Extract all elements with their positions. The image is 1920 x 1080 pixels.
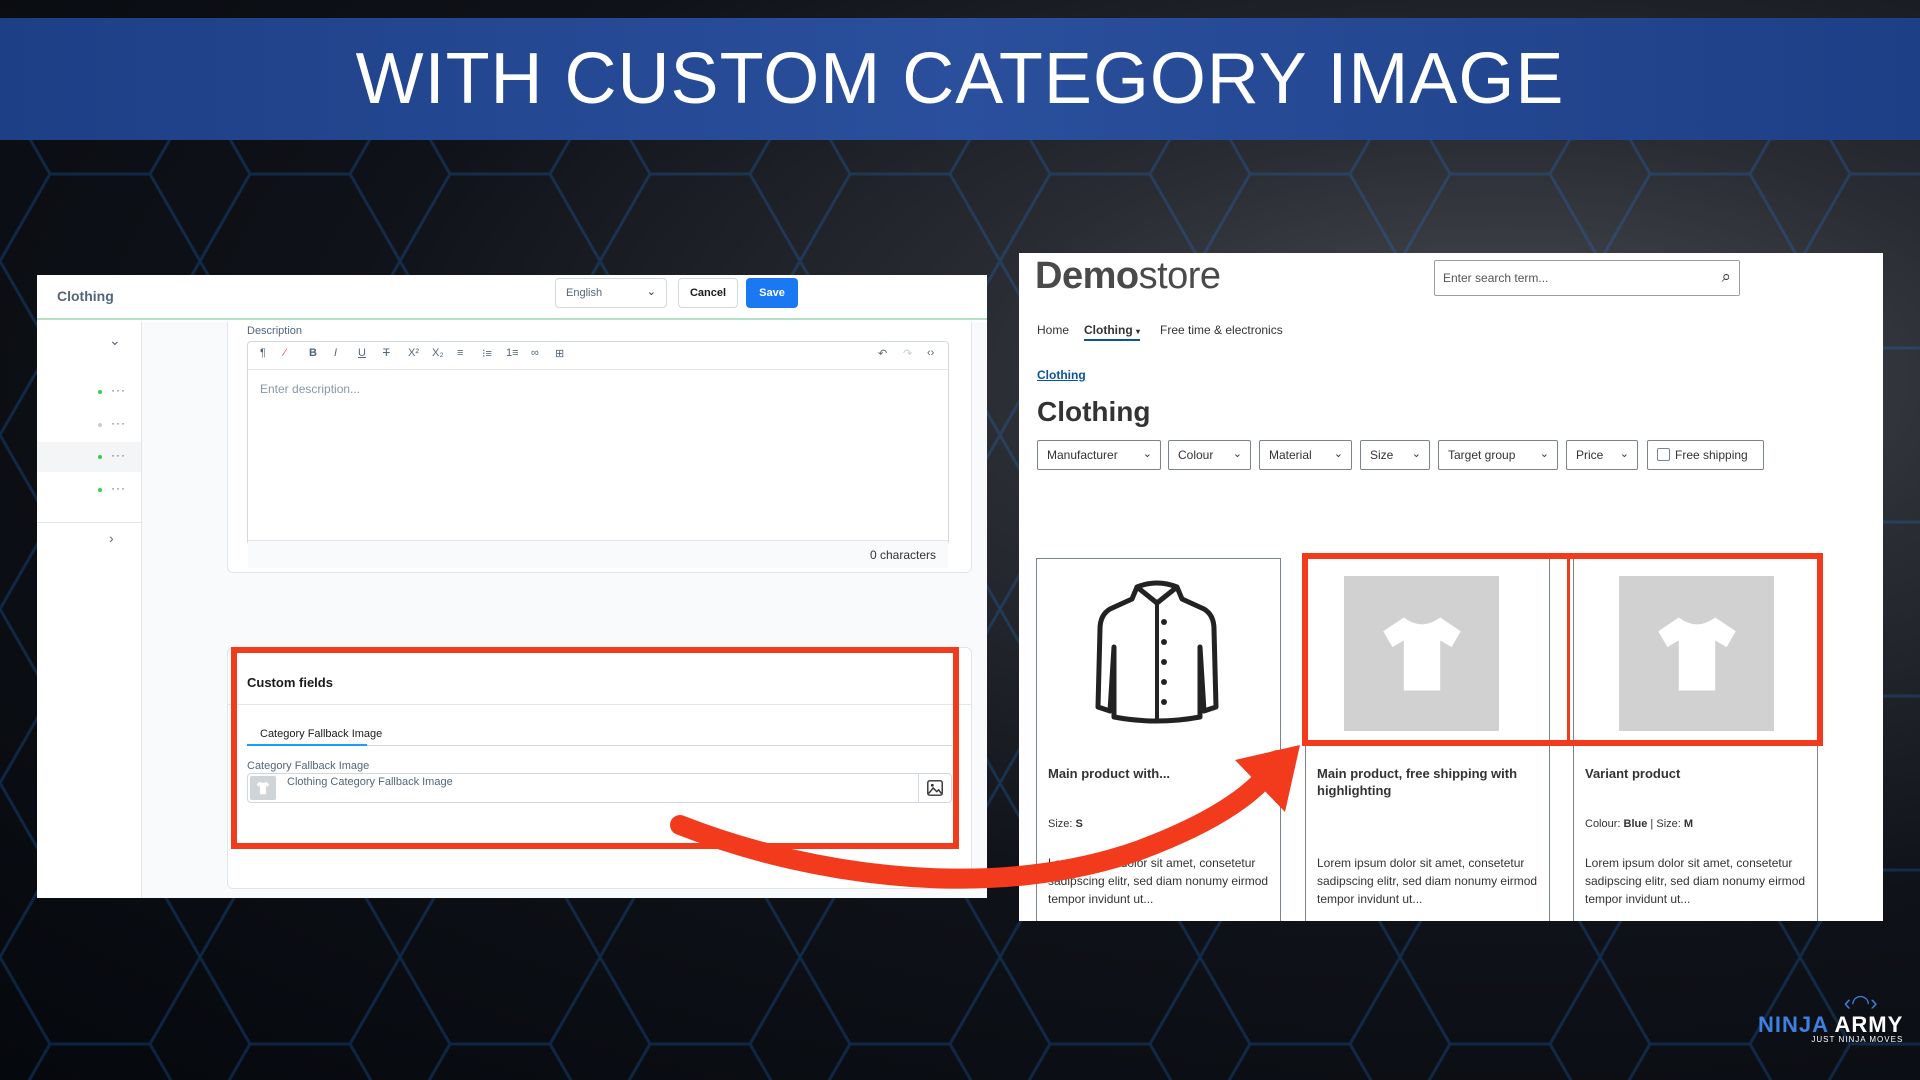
- status-dot-icon: [98, 390, 102, 394]
- sidebar-row[interactable]: ···: [37, 377, 141, 407]
- character-count: 0 characters: [869, 548, 936, 562]
- save-button[interactable]: Save: [746, 278, 798, 308]
- search-input[interactable]: Enter search term... ⌕: [1434, 260, 1740, 296]
- sidebar-row[interactable]: ···: [37, 475, 141, 505]
- description-card: Description ¶ ⁄ B I U T X² X₂ ≡ ⁝≡ 1≡ ∞ …: [227, 322, 972, 573]
- editor-toolbar: ¶ ⁄ B I U T X² X₂ ≡ ⁝≡ 1≡ ∞ ⊞ ↶ ↷ ‹›: [248, 342, 948, 370]
- title-banner: WITH CUSTOM CATEGORY IMAGE: [0, 18, 1920, 140]
- admin-sidebar: ⌄ ··· ··· ··· ··· ›: [37, 322, 142, 898]
- align-icon[interactable]: ≡: [457, 347, 463, 359]
- cancel-button[interactable]: Cancel: [678, 278, 738, 308]
- filter-colour[interactable]: Colour ⌄: [1168, 440, 1251, 470]
- chevron-down-icon: ⌄: [1232, 448, 1242, 460]
- clear-format-icon[interactable]: ⁄: [284, 347, 286, 359]
- filter-material[interactable]: Material ⌄: [1259, 440, 1352, 470]
- search-icon[interactable]: ⌕: [1721, 267, 1731, 287]
- underline-icon[interactable]: U: [358, 347, 366, 359]
- status-dot-icon: [98, 455, 102, 459]
- chevron-down-icon: ⌄: [1142, 448, 1152, 460]
- chevron-down-icon: ⌄: [1411, 448, 1421, 460]
- store-logo[interactable]: Demostore: [1035, 255, 1221, 298]
- ordered-list-icon[interactable]: 1≡: [506, 347, 519, 359]
- table-icon[interactable]: ⊞: [555, 347, 564, 360]
- admin-header: Clothing English ⌄ Cancel Save: [37, 275, 987, 320]
- admin-page-title: Clothing: [57, 288, 114, 304]
- product-name[interactable]: Main product with...: [1048, 765, 1273, 782]
- chevron-down-icon: ⌄: [1619, 448, 1629, 460]
- more-icon[interactable]: ···: [111, 383, 126, 397]
- nav-home[interactable]: Home: [1037, 323, 1069, 337]
- product-description: Lorem ipsum dolor sit amet, consetetur s…: [1048, 856, 1269, 906]
- product-property: Colour: Blue | Size: M: [1585, 818, 1694, 830]
- banner-title: WITH CUSTOM CATEGORY IMAGE: [355, 39, 1565, 119]
- jacket-icon: [1092, 577, 1222, 727]
- more-icon[interactable]: ···: [111, 416, 126, 430]
- bold-icon[interactable]: B: [309, 347, 317, 359]
- filter-target-group[interactable]: Target group ⌄: [1438, 440, 1558, 470]
- ninja-army-logo: ‹◠› NINJA ARMY JUST NINJA MOVES: [1758, 990, 1904, 1044]
- superscript-icon[interactable]: X²: [408, 347, 419, 359]
- filter-free-shipping[interactable]: Free shipping: [1647, 440, 1764, 470]
- product-description: Lorem ipsum dolor sit amet, consetetur s…: [1585, 856, 1806, 906]
- redo-icon[interactable]: ↷: [903, 347, 912, 360]
- subscript-icon[interactable]: X₂: [432, 347, 444, 359]
- status-dot-icon: [98, 423, 102, 427]
- code-icon[interactable]: ‹›: [927, 347, 934, 359]
- filter-manufacturer[interactable]: Manufacturer ⌄: [1037, 440, 1161, 470]
- filter-price[interactable]: Price ⌄: [1566, 440, 1638, 470]
- status-dot-icon: [98, 488, 102, 492]
- highlight-divider: [1567, 553, 1570, 746]
- product-name[interactable]: Variant product: [1585, 765, 1810, 782]
- page-title: Clothing: [1037, 396, 1151, 427]
- product-property: Size: S: [1048, 818, 1083, 830]
- chevron-down-icon: ⌄: [1333, 448, 1343, 460]
- chevron-down-icon: ⌄: [1539, 448, 1549, 460]
- breadcrumb[interactable]: Clothing: [1037, 368, 1086, 382]
- product-card[interactable]: Main product with... Size: S Lorem ipsum…: [1036, 558, 1281, 921]
- nav-free-time[interactable]: Free time & electronics: [1160, 323, 1283, 337]
- checkbox-icon: [1657, 448, 1670, 461]
- product-name[interactable]: Main product, free shipping with highlig…: [1317, 765, 1542, 799]
- chevron-right-icon[interactable]: ›: [109, 530, 114, 546]
- description-editor[interactable]: ¶ ⁄ B I U T X² X₂ ≡ ⁝≡ 1≡ ∞ ⊞ ↶ ↷ ‹› Ent…: [247, 341, 949, 568]
- paragraph-icon[interactable]: ¶: [260, 347, 266, 359]
- description-label: Description: [247, 325, 303, 337]
- chevron-down-icon: ⌄: [646, 286, 656, 298]
- search-placeholder: Enter search term...: [1443, 271, 1549, 285]
- highlight-box-custom-fields: [231, 647, 959, 849]
- filter-size[interactable]: Size ⌄: [1360, 440, 1430, 470]
- unordered-list-icon[interactable]: ⁝≡: [482, 347, 492, 360]
- undo-icon[interactable]: ↶: [878, 347, 887, 360]
- sidebar-row[interactable]: ···: [37, 442, 141, 472]
- link-icon[interactable]: ∞: [531, 347, 539, 359]
- description-placeholder: Enter description...: [260, 382, 361, 396]
- product-description: Lorem ipsum dolor sit amet, consetetur s…: [1317, 856, 1538, 906]
- sidebar-row[interactable]: ···: [37, 410, 141, 440]
- more-icon[interactable]: ···: [111, 448, 126, 462]
- language-value: English: [566, 287, 603, 299]
- italic-icon[interactable]: I: [334, 347, 337, 359]
- editor-footer: 0 characters: [248, 540, 948, 568]
- nav-clothing[interactable]: Clothing ▾: [1084, 323, 1141, 341]
- highlight-box-product-images: [1302, 553, 1823, 746]
- sidebar-divider: [37, 522, 141, 523]
- more-icon[interactable]: ···: [111, 481, 126, 495]
- language-select[interactable]: English ⌄: [555, 278, 667, 308]
- strikethrough-icon[interactable]: T: [383, 347, 390, 359]
- chevron-down-icon[interactable]: ⌄: [109, 332, 121, 349]
